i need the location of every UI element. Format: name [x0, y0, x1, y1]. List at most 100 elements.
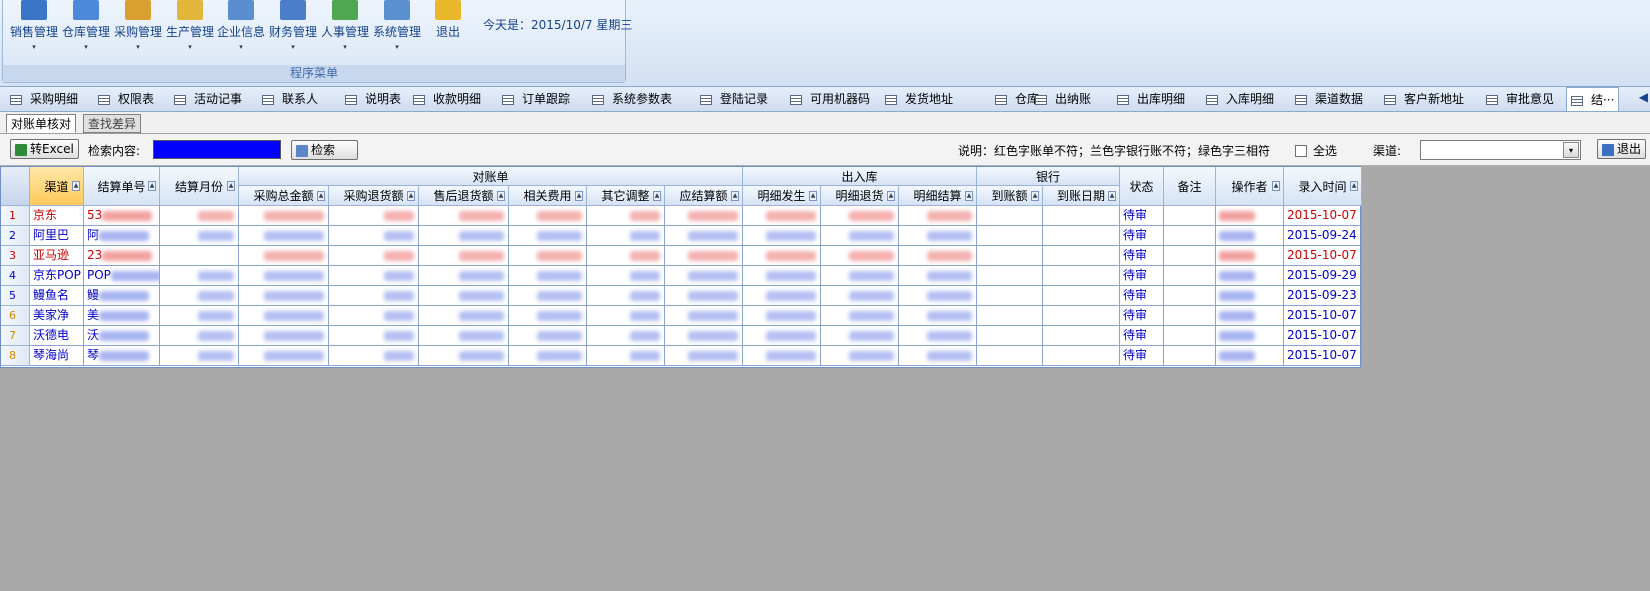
cell-related_fees[interactable] [509, 286, 587, 306]
cell-other_adjust[interactable] [587, 286, 665, 306]
cell-entry_time[interactable]: 2015-09-29 [1284, 266, 1362, 286]
cell-settle_no[interactable]: 53 [84, 206, 160, 226]
row-number[interactable]: 6 [1, 306, 30, 326]
cell-purchase_return[interactable] [329, 226, 419, 246]
grid-corner[interactable] [1, 167, 30, 206]
cell-purchase_total[interactable] [239, 266, 329, 286]
column-header-payable[interactable]: 应结算额 ▲ [665, 186, 743, 206]
cell-settle_no[interactable]: 美 [84, 306, 160, 326]
tab-item-12[interactable]: 仓库 [995, 87, 1039, 111]
cell-arrived_amount[interactable] [977, 206, 1043, 226]
column-header-after_sales_return[interactable]: 售后退货额 ▲ [419, 186, 509, 206]
tab-item-7[interactable]: 订单跟踪 [502, 87, 570, 111]
cell-operator[interactable] [1216, 206, 1284, 226]
cell-detail_occur[interactable] [743, 206, 821, 226]
cell-detail_return[interactable] [821, 206, 899, 226]
cell-other_adjust[interactable] [587, 206, 665, 226]
cell-other_adjust[interactable] [587, 226, 665, 246]
sort-icon[interactable]: ▲ [887, 190, 895, 201]
cell-related_fees[interactable] [509, 266, 587, 286]
cell-other_adjust[interactable] [587, 306, 665, 326]
cell-status[interactable]: 待审 [1120, 346, 1164, 366]
cell-purchase_return[interactable] [329, 246, 419, 266]
cell-detail_return[interactable] [821, 326, 899, 346]
cell-arrived_date[interactable] [1043, 306, 1120, 326]
ribbon-button-1[interactable]: 销售管理 ▾ [7, 0, 61, 60]
cell-operator[interactable] [1216, 226, 1284, 246]
cell-detail_occur[interactable] [743, 226, 821, 246]
cell-purchase_total[interactable] [239, 306, 329, 326]
cell-entry_time[interactable]: 2015-09-23 [1284, 286, 1362, 306]
cell-related_fees[interactable] [509, 246, 587, 266]
column-header-status[interactable]: 状态 [1120, 167, 1164, 206]
cell-settle_no[interactable]: POP [84, 266, 160, 286]
cell-operator[interactable] [1216, 306, 1284, 326]
cell-purchase_total[interactable] [239, 246, 329, 266]
tab-item-5[interactable]: 说明表 [345, 87, 401, 111]
cell-detail_return[interactable] [821, 346, 899, 366]
column-header-purchase_return[interactable]: 采购退货额 ▲ [329, 186, 419, 206]
tab-item-2[interactable]: 权限表 [98, 87, 154, 111]
ribbon-button-7[interactable]: 人事管理 ▾ [318, 0, 372, 60]
cell-operator[interactable] [1216, 266, 1284, 286]
cell-arrived_amount[interactable] [977, 246, 1043, 266]
cell-entry_time[interactable]: 2015-10-07 [1284, 306, 1362, 326]
cell-purchase_total[interactable] [239, 226, 329, 246]
cell-status[interactable]: 待审 [1120, 266, 1164, 286]
cell-remark[interactable] [1164, 206, 1216, 226]
cell-settle_month[interactable] [160, 266, 239, 286]
cell-after_sales_return[interactable] [419, 286, 509, 306]
cell-status[interactable]: 待审 [1120, 226, 1164, 246]
cell-purchase_return[interactable] [329, 306, 419, 326]
column-header-channel[interactable]: 渠道 ▲ [30, 167, 84, 206]
cell-arrived_amount[interactable] [977, 346, 1043, 366]
sort-icon[interactable]: ▲ [1350, 181, 1358, 191]
cell-after_sales_return[interactable] [419, 326, 509, 346]
cell-purchase_total[interactable] [239, 206, 329, 226]
cell-settle_no[interactable]: 鳗 [84, 286, 160, 306]
cell-arrived_date[interactable] [1043, 226, 1120, 246]
select-all-checkbox[interactable] [1295, 145, 1307, 157]
cell-after_sales_return[interactable] [419, 246, 509, 266]
cell-status[interactable]: 待审 [1120, 326, 1164, 346]
cell-detail_occur[interactable] [743, 246, 821, 266]
tab-item-9[interactable]: 登陆记录 [700, 87, 768, 111]
cell-purchase_return[interactable] [329, 206, 419, 226]
cell-arrived_date[interactable] [1043, 206, 1120, 226]
cell-payable[interactable] [665, 286, 743, 306]
cell-remark[interactable] [1164, 346, 1216, 366]
sort-icon[interactable]: ▲ [965, 190, 973, 201]
column-header-remark[interactable]: 备注 [1164, 167, 1216, 206]
cell-arrived_amount[interactable] [977, 306, 1043, 326]
ribbon-button-9[interactable]: 退出 [433, 0, 463, 60]
tab-item-10[interactable]: 可用机器码 [790, 87, 870, 111]
cell-other_adjust[interactable] [587, 326, 665, 346]
sort-icon[interactable]: ▲ [317, 190, 325, 201]
column-header-other_adjust[interactable]: 其它调整 ▲ [587, 186, 665, 206]
cell-settle_month[interactable] [160, 326, 239, 346]
cell-status[interactable]: 待审 [1120, 206, 1164, 226]
tab-item-13[interactable]: 出纳账 [1035, 87, 1091, 111]
tab-item-6[interactable]: 收款明细 [413, 87, 481, 111]
cell-detail_settle[interactable] [899, 326, 977, 346]
cell-after_sales_return[interactable] [419, 226, 509, 246]
cell-related_fees[interactable] [509, 326, 587, 346]
cell-remark[interactable] [1164, 246, 1216, 266]
column-header-detail_return[interactable]: 明细退货 ▲ [821, 186, 899, 206]
chevron-down-icon[interactable]: ▾ [1563, 142, 1579, 158]
cell-payable[interactable] [665, 246, 743, 266]
tab-statement-check[interactable]: 对账单核对 [6, 114, 77, 133]
cell-detail_return[interactable] [821, 286, 899, 306]
cell-channel[interactable]: 美家净 [30, 306, 84, 326]
tab-item-11[interactable]: 发货地址 [885, 87, 953, 111]
column-header-operator[interactable]: 操作者 ▲ [1216, 167, 1284, 206]
cell-arrived_amount[interactable] [977, 286, 1043, 306]
sort-icon[interactable]: ▲ [1031, 190, 1039, 201]
column-header-purchase_total[interactable]: 采购总金额 ▲ [239, 186, 329, 206]
sort-icon[interactable]: ▲ [227, 181, 235, 191]
tab-item-4[interactable]: 联系人 [262, 87, 318, 111]
sort-icon[interactable]: ▲ [497, 190, 505, 201]
cell-settle_no[interactable]: 琴 [84, 346, 160, 366]
tab-item-15[interactable]: 入库明细 [1206, 87, 1274, 111]
cell-detail_settle[interactable] [899, 266, 977, 286]
